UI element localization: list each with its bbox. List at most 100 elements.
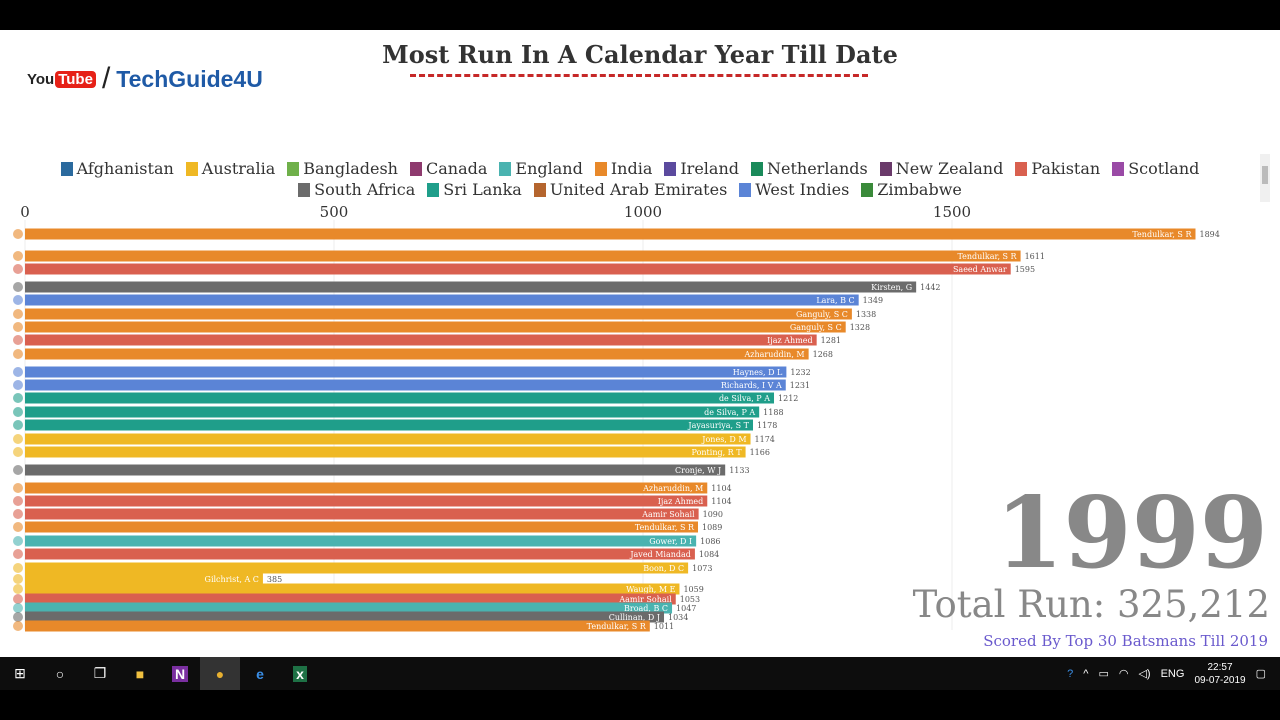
cortana-icon[interactable]: ○ xyxy=(40,657,80,690)
flag-icon xyxy=(13,594,23,604)
bar-value: 1166 xyxy=(750,448,770,457)
total-runs: Total Run: 325,212 xyxy=(912,583,1270,626)
bar xyxy=(25,562,689,574)
bar-group: Tendulkar, S R 1894 xyxy=(13,228,1220,240)
bar xyxy=(25,433,751,445)
battery-icon[interactable]: ▭ xyxy=(1098,667,1108,680)
bar xyxy=(25,294,859,306)
bar-value: 1595 xyxy=(1015,265,1035,274)
bar-label: Waugh, M E xyxy=(626,585,676,594)
task-view-icon[interactable]: ❐ xyxy=(80,657,120,690)
bar xyxy=(25,548,695,560)
bar xyxy=(25,321,846,333)
start-button[interactable]: ⊞ xyxy=(0,657,40,690)
bar-label: Tendulkar, S R xyxy=(1132,230,1192,239)
flag-icon xyxy=(13,349,23,359)
bar-value: 1011 xyxy=(654,622,674,631)
bar-value: 1188 xyxy=(763,408,783,417)
bar xyxy=(25,228,1196,240)
bar-value: 385 xyxy=(267,575,282,584)
bar-label: Ganguly, S C xyxy=(796,310,848,319)
bar-value: 1053 xyxy=(680,595,700,604)
bar-label: Ijaz Ahmed xyxy=(658,497,704,506)
flag-icon xyxy=(13,407,23,417)
bar-label: Javed Miandad xyxy=(629,550,691,559)
bar-value: 1047 xyxy=(676,604,696,613)
bar-value: 1089 xyxy=(702,523,722,532)
file-explorer-icon[interactable]: ■ xyxy=(120,657,160,690)
clock[interactable]: 22:57 09-07-2019 xyxy=(1194,661,1245,687)
flag-icon xyxy=(13,522,23,532)
flag-icon xyxy=(13,264,23,274)
bar-label: Lara, B C xyxy=(816,296,854,305)
bar-group: Saeed Anwar 1595 xyxy=(13,263,1035,275)
bar xyxy=(25,348,809,360)
bar xyxy=(25,308,852,320)
language-indicator[interactable]: ENG xyxy=(1161,668,1185,680)
bar-group: Ganguly, S C 1338 xyxy=(13,308,876,320)
flag-icon xyxy=(13,447,23,457)
flag-icon xyxy=(13,282,23,292)
bar xyxy=(25,406,760,418)
taskbar: ⊞ ○ ❐ ■ N ● e x ? ^ ▭ ◠ ◁) ENG 22:57 09-0… xyxy=(0,657,1280,690)
bar xyxy=(25,482,708,494)
bar-label: de Silva, P A xyxy=(704,408,755,417)
bar-label: Jayasuriya, S T xyxy=(687,421,749,430)
bar-label: Boon, D C xyxy=(643,564,684,573)
flag-icon xyxy=(13,380,23,390)
bar-group: Boon, D C 1073 xyxy=(13,562,712,574)
bar-label: Saeed Anwar xyxy=(953,265,1007,274)
chrome-icon[interactable]: ● xyxy=(200,657,240,690)
edge-icon[interactable]: e xyxy=(240,657,280,690)
flag-icon xyxy=(13,367,23,377)
flag-icon xyxy=(13,509,23,519)
bar-group: Gower, D I 1086 xyxy=(13,535,721,547)
bar xyxy=(25,508,699,520)
bar xyxy=(25,535,697,547)
bar-label: Tendulkar, S R xyxy=(957,252,1017,261)
flag-icon xyxy=(13,536,23,546)
bar-label: Kirsten, G xyxy=(871,283,912,292)
bar xyxy=(25,419,754,431)
bar-group: Tendulkar, S R 1011 xyxy=(13,620,674,632)
flag-icon xyxy=(13,295,23,305)
bar-value: 1086 xyxy=(700,537,720,546)
bar-value: 1281 xyxy=(821,336,841,345)
flag-icon xyxy=(13,309,23,319)
bar-group: Richards, I V A 1231 xyxy=(13,379,810,391)
flag-icon xyxy=(13,621,23,631)
bar-label: Azharuddin, M xyxy=(642,484,703,493)
bar-label: Ijaz Ahmed xyxy=(767,336,813,345)
bar-label: Haynes, D L xyxy=(733,368,783,377)
bar-label: Tendulkar, S R xyxy=(587,622,647,631)
bar-group: Lara, B C 1349 xyxy=(13,294,883,306)
bar-value: 1084 xyxy=(699,550,719,559)
bar-label: Tendulkar, S R xyxy=(635,523,695,532)
chevron-up-icon[interactable]: ^ xyxy=(1083,668,1088,680)
bar xyxy=(25,620,650,632)
flag-icon xyxy=(13,420,23,430)
scored-caption: Scored By Top 30 Batsmans Till 2019 xyxy=(983,632,1268,650)
bar-group: de Silva, P A 1188 xyxy=(13,406,784,418)
bar xyxy=(25,464,726,476)
bar xyxy=(25,250,1021,262)
flag-icon xyxy=(13,251,23,261)
excel-icon[interactable]: x xyxy=(280,657,320,690)
video-frame: Most Run In A Calendar Year Till Date Yo… xyxy=(0,30,1280,657)
help-icon[interactable]: ? xyxy=(1067,668,1073,680)
flag-icon xyxy=(13,563,23,573)
onenote-icon[interactable]: N xyxy=(160,657,200,690)
bar-value: 1268 xyxy=(813,350,833,359)
bar xyxy=(25,281,917,293)
bar-label: Gilchrist, A C xyxy=(205,575,259,584)
bar-label: Ponting, R T xyxy=(692,448,743,457)
bar-label: Cronje, W J xyxy=(675,466,721,475)
bar-value: 1104 xyxy=(711,484,731,493)
volume-icon[interactable]: ◁) xyxy=(1138,667,1150,680)
wifi-icon[interactable]: ◠ xyxy=(1119,667,1129,680)
bar-group: Tendulkar, S R 1611 xyxy=(13,250,1045,262)
flag-icon xyxy=(13,549,23,559)
flag-icon xyxy=(13,603,23,613)
notifications-icon[interactable]: ▢ xyxy=(1256,667,1266,680)
bar-group: Gilchrist, A C 385 xyxy=(13,573,282,585)
